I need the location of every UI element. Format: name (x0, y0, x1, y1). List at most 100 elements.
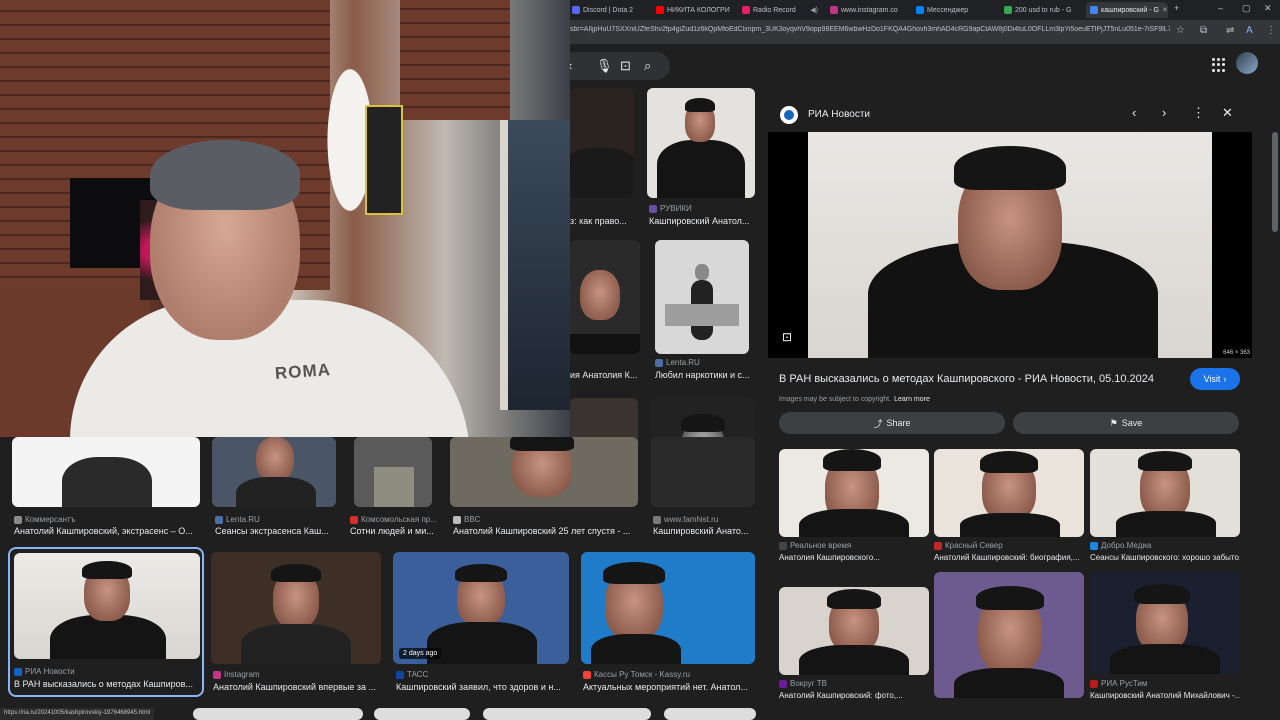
tab-discord[interactable]: Discord | Dota 2 (568, 2, 650, 18)
image-result-selected[interactable]: РИА Новости В РАН высказались о методах … (8, 547, 204, 697)
maximize-button[interactable]: ▢ (1242, 3, 1251, 14)
scrollbar[interactable] (1272, 132, 1278, 232)
kassy-icon (583, 670, 591, 679)
save-button[interactable]: ⚑ Save (1013, 412, 1239, 434)
chevron-left-icon[interactable]: ‹ (1132, 105, 1136, 120)
image-dimensions: 646 × 363 (1223, 350, 1250, 356)
avatar[interactable] (1236, 52, 1258, 74)
bbc-icon (453, 515, 461, 524)
lenta-icon (655, 358, 663, 367)
lens-icon[interactable]: ⊡ (620, 58, 631, 74)
result-caption: Анатолий Кашпировский, экстрасенс – О... (14, 526, 193, 536)
chevron-right-icon[interactable]: › (1162, 105, 1166, 120)
discord-icon (572, 6, 580, 14)
result-thumbnail (581, 552, 755, 664)
result-thumbnail (212, 437, 336, 507)
menu-icon[interactable]: ⋮ (1266, 25, 1276, 36)
tab-label: Discord | Dota 2 (583, 6, 634, 14)
more-options-icon[interactable]: ⋮ (1192, 105, 1205, 121)
result-source: РУВИКИ (649, 204, 692, 213)
result-caption: Анатолий Кашпировский: биография,... (934, 553, 1080, 562)
result-caption: Анатолия Кашпировского... (779, 553, 880, 562)
result-thumbnail (1090, 449, 1240, 537)
tab-messenger[interactable]: Мессенджер (912, 2, 998, 18)
share-icon: ⤴ (873, 418, 883, 429)
result-thumbnail (647, 88, 755, 198)
result-caption: з: как право... (570, 216, 627, 226)
result-thumbnail (211, 552, 381, 664)
result-thumbnail (12, 437, 200, 507)
preview-photo (808, 132, 1212, 358)
youtube-icon (656, 6, 664, 14)
result-thumbnail (570, 88, 634, 198)
result-thumbnail (14, 553, 200, 659)
result-thumbnail (1090, 572, 1240, 674)
close-icon[interactable]: ✕ (1222, 105, 1233, 121)
visit-label: Visit (1203, 374, 1221, 384)
result-thumbnail (354, 437, 432, 507)
result-thumbnail: 2 days ago (393, 552, 569, 664)
tab-kashpirovsky[interactable]: кашпировский - G ✕ (1086, 2, 1168, 18)
search-icon[interactable]: ⌕ (644, 58, 651, 74)
result-thumbnail (450, 437, 638, 507)
famhist-icon (653, 515, 661, 524)
close-window-button[interactable]: ✕ (1264, 3, 1272, 14)
result-source: Красный Север (934, 541, 1003, 550)
preview-image[interactable]: 646 × 363 (768, 132, 1252, 358)
sidebar-icon[interactable]: ⇌ (1226, 25, 1234, 36)
result-thumbnail (570, 240, 640, 354)
site-icon (779, 679, 787, 688)
minimize-button[interactable]: ‒ (1218, 3, 1223, 13)
apps-icon[interactable] (1212, 58, 1226, 72)
lens-icon[interactable]: ⊡ (782, 330, 792, 344)
tab-instagram[interactable]: www.instagram.co (826, 2, 910, 18)
result-source: Реальное время (779, 541, 851, 550)
result-caption: Кашпировский Анатолий Михайлович -... (1090, 691, 1240, 700)
mic-icon[interactable]: 🎙 (596, 58, 613, 74)
tab-label: Мессенджер (927, 6, 969, 14)
result-thumbnail (934, 449, 1084, 537)
result-source: Instagram (213, 670, 260, 679)
kp-icon (350, 515, 358, 524)
result-source: ТАСС (396, 670, 428, 679)
learn-more-link[interactable]: Learn more (894, 396, 930, 403)
extensions-icon[interactable]: ⧉ (1200, 25, 1207, 36)
rubic-icon (649, 204, 657, 213)
google-icon (1090, 6, 1098, 14)
result-source: Комсомольская пр... (350, 515, 437, 524)
visit-button[interactable]: Visit › (1190, 368, 1240, 390)
result-caption: Анатолий Кашпировский: фото,... (779, 691, 903, 700)
result-caption: Сеансы экстрасенса Каш... (215, 526, 329, 536)
tab-usd-rub[interactable]: 200 usd to rub - G (1000, 2, 1084, 18)
panel-source-name[interactable]: РИА Новости (808, 109, 870, 120)
close-tab-icon[interactable]: ✕ (1162, 6, 1168, 14)
share-label: Share (886, 418, 911, 428)
result-source: BBC (453, 515, 480, 524)
ria-icon (780, 106, 798, 124)
time-badge: 2 days ago (399, 648, 442, 659)
new-tab-button[interactable]: + (1174, 3, 1179, 13)
result-source: Кассы Ру Томск - Kassy.ru (583, 670, 690, 679)
result-thumbnail (651, 437, 755, 507)
save-label: Save (1121, 418, 1143, 428)
panel-title[interactable]: В РАН высказались о методах Кашпировског… (779, 373, 1154, 385)
result-source: Добро.Медиа (1090, 541, 1151, 550)
share-button[interactable]: ⤴ Share (779, 412, 1005, 434)
tab-youtube[interactable]: НИКИТА КОЛОГРИ (652, 2, 736, 18)
messenger-icon (916, 6, 924, 14)
profile-icon[interactable]: A (1246, 25, 1253, 36)
result-caption: Актуальных мероприятий нет. Анатол... (583, 682, 748, 692)
url-field[interactable]: sbr=AIljpHuU7SXXniUZfeShv2fp4giZud1z6kQp… (570, 26, 1170, 33)
star-icon[interactable]: ☆ (1176, 25, 1185, 36)
radio-icon (742, 6, 750, 14)
result-caption: Кашпировский заявил, что здоров и н... (396, 682, 561, 692)
result-caption: Сотни людей и ми... (350, 526, 434, 536)
speaker-icon: ◀) (810, 7, 818, 14)
search-bar[interactable]: ‹ 🎙 ⊡ ⌕ (560, 52, 670, 80)
poster (365, 105, 403, 215)
result-caption: ия Анатолия К... (570, 370, 638, 380)
status-bar-url: https://ria.ru/20241005/kashpirovskiy-19… (0, 708, 155, 720)
google-icon (1004, 6, 1012, 14)
tab-radio-record[interactable]: Radio Record ◀) (738, 2, 822, 18)
ria-icon (14, 667, 22, 676)
